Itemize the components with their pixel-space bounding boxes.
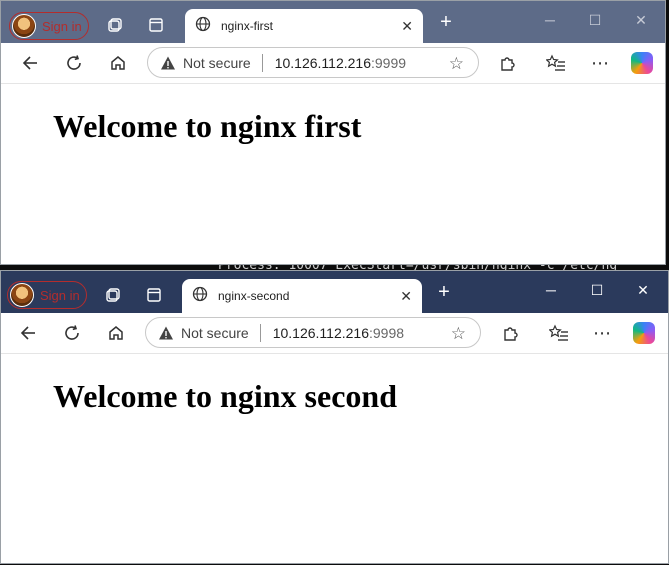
workspaces-icon[interactable] [105,15,125,35]
close-tab-icon[interactable]: ✕ [401,18,413,35]
page-heading: Welcome to nginx first [53,108,362,144]
tab-actions-icon[interactable] [146,15,166,35]
url-port: :9998 [368,324,405,341]
address-bar[interactable]: Not secure 10.126.112.216:9998 ☆ [145,317,481,348]
warning-icon[interactable] [160,55,176,71]
avatar [12,14,36,38]
close-window-icon[interactable]: ✕ [632,11,650,29]
minimize-icon[interactable]: ─ [542,281,560,299]
toolbar: Not secure 10.126.112.216:9999 ☆ ⋯ [1,43,665,83]
sign-in-label: Sign in [42,18,82,34]
url-host: 10.126.112.216 [274,54,371,71]
browser-window-second: Sign in nginx-second ✕ + ─ ☐ ✕ Not secur… [0,270,669,564]
puzzle-icon[interactable] [496,52,518,74]
copilot-icon[interactable] [631,52,653,74]
refresh-icon[interactable] [63,52,85,74]
refresh-icon[interactable] [61,322,83,344]
url-port: :9999 [370,54,407,71]
tab-title: nginx-second [218,289,290,303]
toolbar: Not secure 10.126.112.216:9998 ☆ ⋯ [1,313,668,353]
maximize-icon[interactable]: ☐ [588,281,606,299]
tab-title: nginx-first [221,19,274,33]
home-icon[interactable] [107,52,129,74]
star-icon[interactable]: ☆ [451,324,466,344]
page-globe-icon [192,286,208,307]
favorites-list-icon[interactable] [545,52,567,74]
tab-strip: Sign in nginx-first ✕ + ─ ☐ ✕ [1,1,665,43]
sign-in-button[interactable]: Sign in [7,281,87,309]
tab-strip: Sign in nginx-second ✕ + ─ ☐ ✕ [1,271,668,313]
workspaces-icon[interactable] [103,285,123,305]
sign-in-button[interactable]: Sign in [9,12,89,40]
page-heading: Welcome to nginx second [53,378,397,414]
security-label[interactable]: Not secure [181,325,249,341]
minimize-icon[interactable]: ─ [541,11,559,29]
warning-icon[interactable] [158,325,174,341]
avatar [10,283,34,307]
close-window-icon[interactable]: ✕ [634,281,652,299]
plus-icon[interactable]: + [436,12,456,32]
page-globe-icon [195,16,211,37]
maximize-icon[interactable]: ☐ [586,11,604,29]
tab-nginx-second[interactable]: nginx-second ✕ [182,279,422,313]
more-icon[interactable]: ⋯ [589,52,611,74]
page-content: Welcome to nginx second [1,353,668,563]
favorites-list-icon[interactable] [548,322,570,344]
address-bar[interactable]: Not secure 10.126.112.216:9999 ☆ [147,47,479,78]
tab-nginx-first[interactable]: nginx-first ✕ [185,9,423,43]
sign-in-label: Sign in [40,287,80,303]
more-icon[interactable]: ⋯ [591,322,613,344]
address-divider [259,323,261,342]
url-host: 10.126.112.216 [272,324,369,341]
back-arrow-icon[interactable] [19,52,41,74]
address-divider [261,53,263,72]
puzzle-icon[interactable] [499,322,521,344]
plus-icon[interactable]: + [434,282,454,302]
close-tab-icon[interactable]: ✕ [400,288,412,305]
home-icon[interactable] [105,322,127,344]
star-icon[interactable]: ☆ [449,54,464,74]
back-arrow-icon[interactable] [17,322,39,344]
browser-window-first: Sign in nginx-first ✕ + ─ ☐ ✕ Not secure… [0,0,666,265]
security-label[interactable]: Not secure [183,55,251,71]
page-content: Welcome to nginx first [1,83,665,264]
tab-actions-icon[interactable] [144,285,164,305]
copilot-icon[interactable] [633,322,655,344]
